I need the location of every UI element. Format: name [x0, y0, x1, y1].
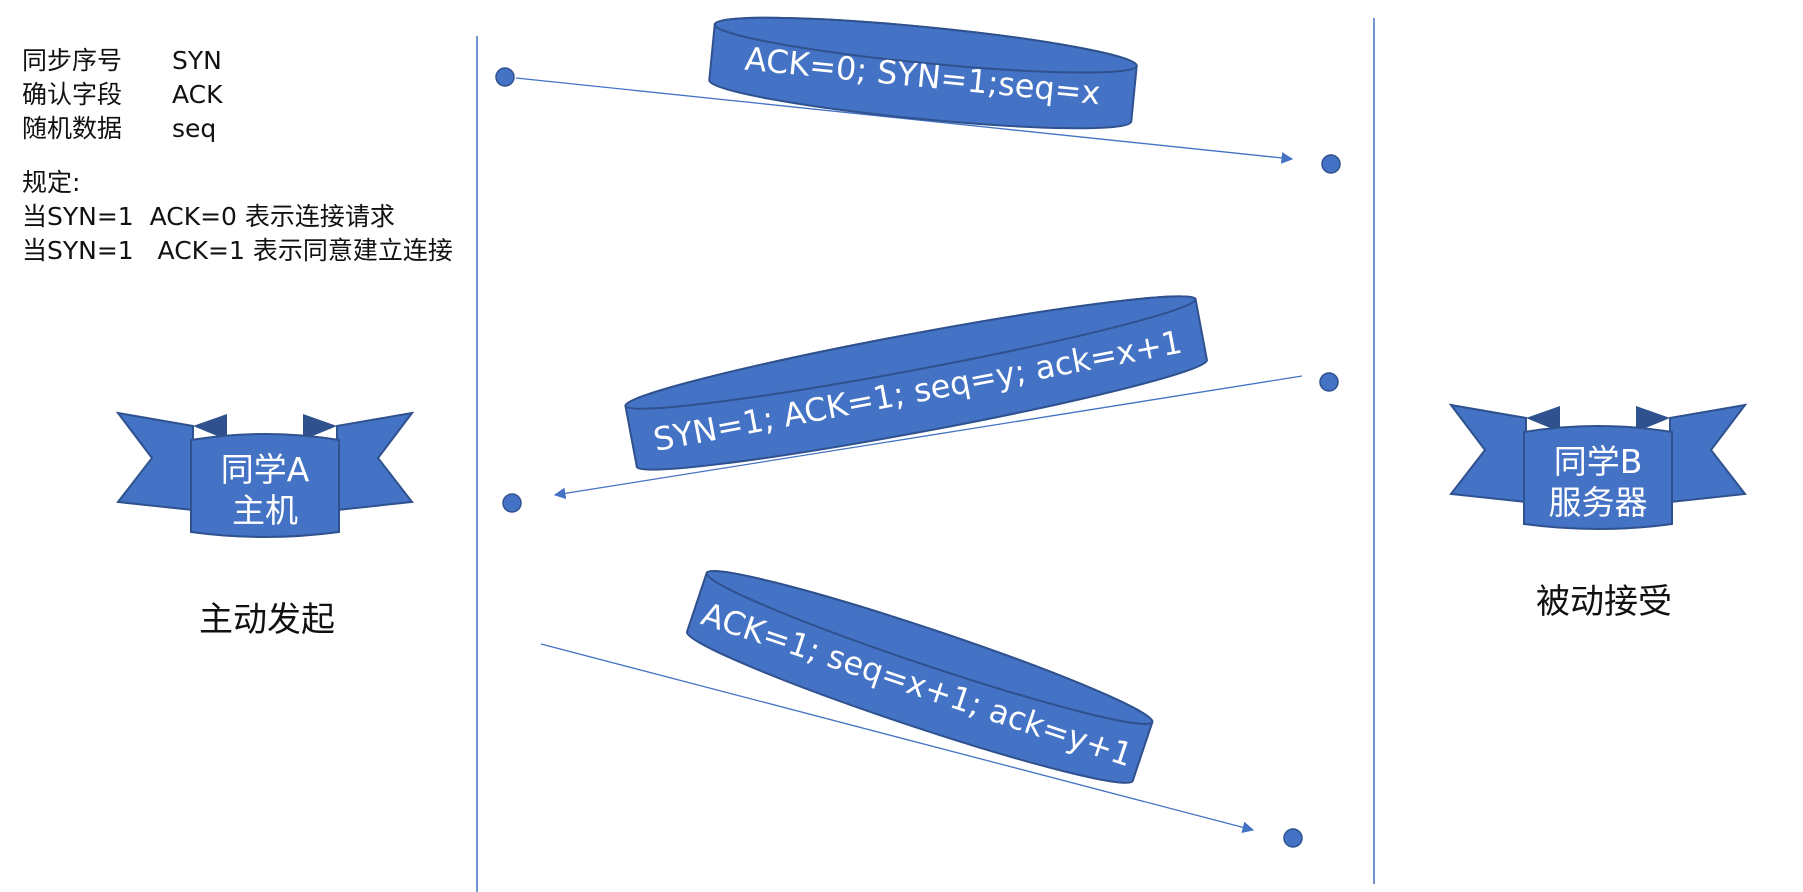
- message-2-end-dot: [502, 493, 522, 513]
- message-3-scroll: ACK=1; seq=x+1; ack=y+1: [685, 570, 1154, 784]
- server-label-line1: 同学B: [1554, 442, 1643, 481]
- server-caption: 被动接受: [1536, 582, 1672, 622]
- handshake-diagram: ACK=0; SYN=1;seq=x SYN=1; ACK=1; seq=y; …: [115, 16, 1748, 892]
- client-label-line2: 主机: [232, 491, 298, 530]
- server-label-line2: 服务器: [1549, 483, 1648, 522]
- message-3-end-dot: [1283, 828, 1303, 848]
- message-1-end-dot: [1321, 154, 1341, 174]
- message-2-start-dot: [1319, 372, 1339, 392]
- message-2-scroll: SYN=1; ACK=1; seq=y; ack=x+1: [624, 295, 1208, 471]
- client-label-line1: 同学A: [221, 450, 310, 489]
- message-1-scroll: ACK=0; SYN=1;seq=x: [708, 16, 1138, 130]
- client-caption: 主动发起: [199, 600, 335, 640]
- server-ribbon-badge: 同学B 服务器: [1448, 403, 1748, 530]
- client-ribbon-badge: 同学A 主机: [115, 411, 415, 538]
- message-1-start-dot: [495, 67, 515, 87]
